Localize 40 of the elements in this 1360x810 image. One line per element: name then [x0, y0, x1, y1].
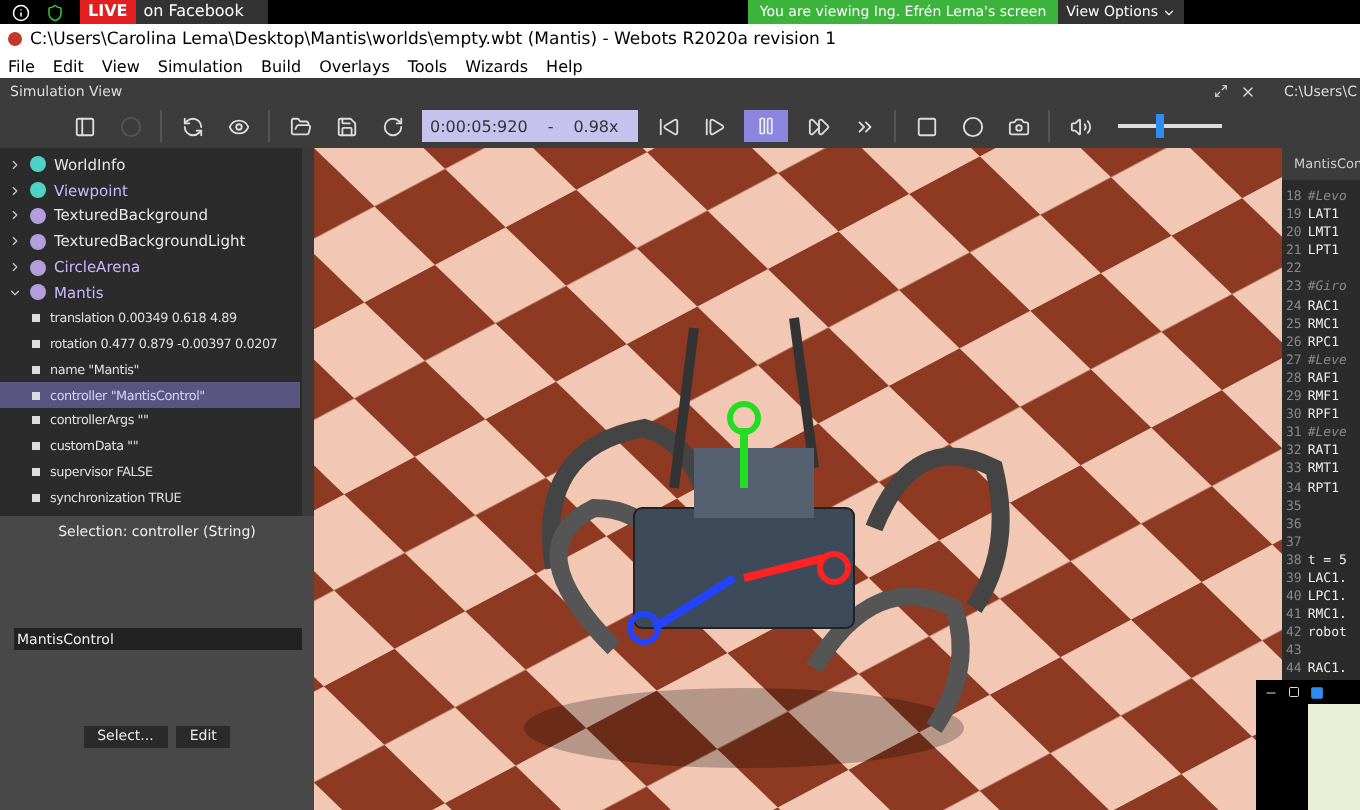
app-icon [8, 32, 22, 46]
restore-icon[interactable] [1288, 686, 1300, 698]
menu-item[interactable]: View [101, 57, 140, 75]
menu-item[interactable]: Build [261, 57, 302, 75]
menu-item[interactable]: Simulation [157, 57, 243, 75]
menu-item[interactable]: Edit [52, 57, 84, 75]
folder-icon[interactable] [289, 115, 311, 137]
time-display: 0:00:05:920 - 0.98x [422, 110, 638, 142]
fast-forward-icon[interactable] [807, 115, 829, 137]
chevron-down-icon [1162, 5, 1176, 19]
video-feed-placeholder [1308, 704, 1360, 810]
eye-icon[interactable] [227, 115, 249, 137]
skip-back-icon[interactable] [657, 115, 679, 137]
live-text: on Facebook [135, 0, 268, 24]
square-icon[interactable] [1310, 685, 1324, 699]
live-badge: LIVE [80, 0, 136, 24]
save-icon[interactable] [335, 115, 357, 137]
record-icon[interactable] [961, 115, 983, 137]
close-icon[interactable] [1240, 83, 1256, 99]
info-icon[interactable] [12, 3, 30, 21]
camera-icon[interactable] [1007, 115, 1029, 137]
menu-item[interactable]: File [8, 57, 35, 75]
refresh-icon[interactable] [181, 115, 203, 137]
fastest-icon[interactable] [853, 115, 875, 137]
scrollbar[interactable] [302, 148, 314, 516]
reload-icon[interactable] [381, 115, 403, 137]
window-title: C:\Users\Carolina Lema\Desktop\Mantis\worlds\empty.wbt (Mantis) - Webots R2020a revision 1 [30, 29, 837, 49]
menu-item[interactable]: Help [546, 57, 583, 75]
volume-icon[interactable] [1069, 115, 1091, 137]
shield-icon [46, 3, 64, 21]
maximize-icon[interactable] [1214, 84, 1228, 98]
stop-icon[interactable] [915, 115, 937, 137]
menu-item[interactable]: Overlays [319, 57, 390, 75]
pause-icon [756, 116, 776, 136]
slider-thumb[interactable] [1155, 114, 1164, 138]
panel-icon[interactable] [73, 115, 95, 137]
pause-button[interactable] [744, 110, 788, 142]
menu-item[interactable]: Tools [407, 57, 448, 75]
step-icon[interactable] [703, 115, 725, 137]
menu-item[interactable]: Wizards [465, 57, 529, 75]
